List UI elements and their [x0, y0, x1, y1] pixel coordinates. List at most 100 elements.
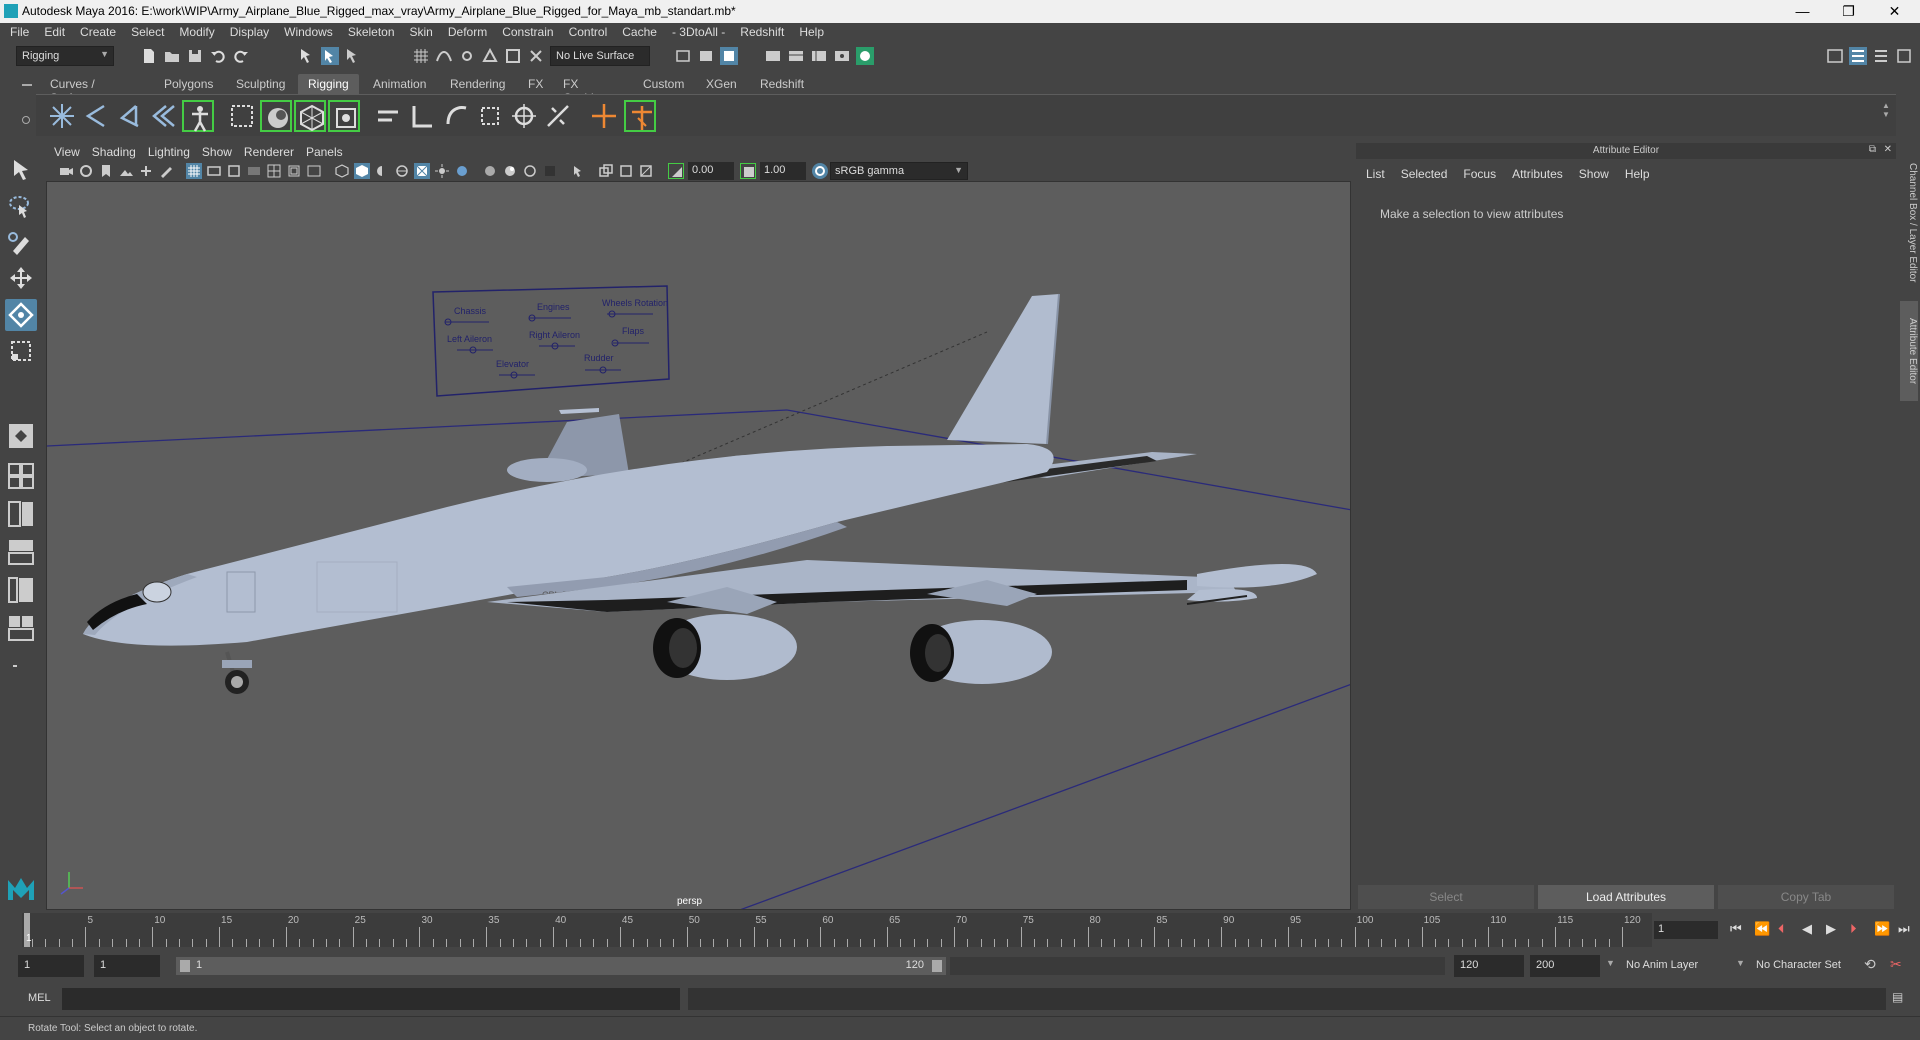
airplane-model[interactable]: CPL 01 [83, 293, 1317, 694]
load-attributes-button[interactable]: Load Attributes [1538, 885, 1714, 909]
range-end-handle[interactable] [932, 960, 942, 972]
humanik-icon[interactable] [182, 100, 214, 132]
ik-handle-icon[interactable] [80, 100, 112, 132]
menu-constrain[interactable]: Constrain [502, 23, 553, 41]
render-frame-icon[interactable] [787, 47, 805, 65]
use-all-lights-icon[interactable] [434, 163, 450, 179]
attribute-editor-toggle-icon[interactable] [1849, 47, 1867, 65]
restore-button[interactable]: ❐ [1826, 0, 1871, 23]
redo-icon[interactable] [232, 47, 250, 65]
select-tool-icon[interactable] [5, 155, 37, 187]
lasso-tool-icon[interactable] [5, 191, 37, 223]
shadows-icon[interactable] [454, 163, 470, 179]
tab-fx[interactable]: FX [518, 74, 553, 94]
anim-layer-selector[interactable]: No Anim Layer [1620, 955, 1732, 977]
range-start-handle[interactable] [180, 960, 190, 972]
tab-polygons[interactable]: Polygons [154, 74, 223, 94]
grease-pencil-icon[interactable] [158, 163, 174, 179]
menu-windows[interactable]: Windows [284, 23, 333, 41]
menu-cache[interactable]: Cache [622, 23, 657, 41]
vp-menu-panels[interactable]: Panels [306, 143, 343, 159]
mode-selector[interactable]: Rigging ▼ [16, 46, 114, 66]
bind-skin-icon[interactable] [226, 100, 258, 132]
chevron-down-icon[interactable]: ▼ [1736, 958, 1745, 968]
ipr-render-icon[interactable] [810, 47, 828, 65]
step-back-key-icon[interactable]: ⏪ [1754, 921, 1770, 937]
four-view-layout-icon[interactable] [5, 460, 37, 492]
menu-create[interactable]: Create [80, 23, 116, 41]
viewport-persp[interactable]: Chassis Engines Wheels Rotation Left Ail… [46, 181, 1351, 910]
go-to-end-icon[interactable]: ⏭ [1898, 921, 1910, 937]
create-joints-icon[interactable] [46, 100, 78, 132]
menu-display[interactable]: Display [230, 23, 269, 41]
step-forward-icon[interactable]: ⏩ [1874, 921, 1890, 937]
snap-grid-icon[interactable] [412, 47, 430, 65]
xray-icon[interactable] [598, 163, 614, 179]
wireframe-icon[interactable] [334, 163, 350, 179]
chevron-down-icon[interactable]: ▼ [1606, 958, 1615, 968]
safe-title-icon[interactable] [306, 163, 322, 179]
set-driven-key-icon[interactable] [624, 100, 656, 132]
default-lighting-icon[interactable] [374, 163, 390, 179]
maya-home-icon[interactable] [5, 872, 37, 904]
close-button[interactable]: ✕ [1872, 0, 1917, 23]
gate-mask-icon[interactable] [246, 163, 262, 179]
anti-aliasing-icon[interactable] [522, 163, 538, 179]
isolate-select-icon[interactable] [570, 163, 586, 179]
rotate-tool-icon[interactable] [5, 299, 37, 331]
resolution-gate-icon[interactable] [226, 163, 242, 179]
tab-animation[interactable]: Animation [363, 74, 436, 94]
smooth-bind-icon[interactable] [260, 100, 292, 132]
gamma-field[interactable]: 1.00 [760, 162, 806, 180]
tab-curves-surfaces[interactable]: Curves / Surfaces [40, 74, 107, 105]
time-slider[interactable]: 1 5 10 15 20 25 30 35 40 45 50 55 60 65 70 75 80 85 90 95 1… [22, 913, 1654, 947]
workspace-icon[interactable] [1826, 47, 1844, 65]
menu-skin[interactable]: Skin [410, 23, 433, 41]
copy-tab-button[interactable]: Copy Tab [1718, 885, 1894, 909]
playback-start-field[interactable]: 1 [94, 955, 160, 977]
open-scene-icon[interactable] [163, 47, 181, 65]
menu-help[interactable]: Help [799, 23, 824, 41]
save-scene-icon[interactable] [186, 47, 204, 65]
scale-constraint-icon[interactable] [474, 100, 506, 132]
prev-key-icon[interactable]: ⏴ [1778, 921, 1785, 937]
image-plane-icon[interactable] [118, 163, 134, 179]
rig-control-panel[interactable]: Chassis Engines Wheels Rotation Left Ail… [432, 285, 670, 397]
pole-vector-icon[interactable] [542, 100, 574, 132]
ae-menu-attributes[interactable]: Attributes [1512, 167, 1563, 181]
wireframe-on-shaded-icon[interactable] [394, 163, 410, 179]
select-object-icon[interactable] [321, 47, 339, 65]
tab-redshift[interactable]: Redshift [750, 74, 814, 94]
live-surface-field[interactable]: No Live Surface [550, 46, 650, 66]
lattice-icon[interactable] [294, 100, 326, 132]
grid-toggle-icon[interactable] [186, 163, 202, 179]
current-frame-field[interactable]: 1 [1654, 921, 1718, 939]
move-tool-icon[interactable] [5, 263, 37, 295]
more-layouts-icon[interactable] [5, 650, 37, 682]
2d-pan-zoom-icon[interactable] [138, 163, 154, 179]
persp-outliner-layout-icon[interactable] [5, 536, 37, 568]
snap-view-plane-icon[interactable] [481, 47, 499, 65]
exposure-field[interactable]: 0.00 [688, 162, 734, 180]
vp-menu-lighting[interactable]: Lighting [148, 143, 190, 159]
ae-menu-focus[interactable]: Focus [1463, 167, 1496, 181]
depth-of-field-icon[interactable] [542, 163, 558, 179]
animation-start-field[interactable]: 1 [18, 955, 84, 977]
select-hierarchy-icon[interactable] [298, 47, 316, 65]
tab-rendering[interactable]: Rendering [440, 74, 515, 94]
scale-tool-icon[interactable] [5, 335, 37, 367]
snap-curve-icon[interactable] [435, 47, 453, 65]
xray-joints-icon[interactable] [618, 163, 634, 179]
render-view-icon[interactable] [764, 47, 782, 65]
menu-3dtoall[interactable]: - 3DtoAll - [672, 23, 725, 41]
snap-surface-icon[interactable] [504, 47, 522, 65]
tool-settings-toggle-icon[interactable] [1895, 47, 1913, 65]
animation-prefs-icon[interactable]: ✂ [1890, 956, 1902, 973]
input-output-icon[interactable] [674, 47, 692, 65]
motion-blur-icon[interactable] [502, 163, 518, 179]
menu-edit[interactable]: Edit [44, 23, 65, 41]
gamma-icon[interactable] [740, 163, 756, 179]
smooth-shade-icon[interactable] [354, 163, 370, 179]
field-chart-icon[interactable] [266, 163, 282, 179]
ae-menu-help[interactable]: Help [1625, 167, 1650, 181]
